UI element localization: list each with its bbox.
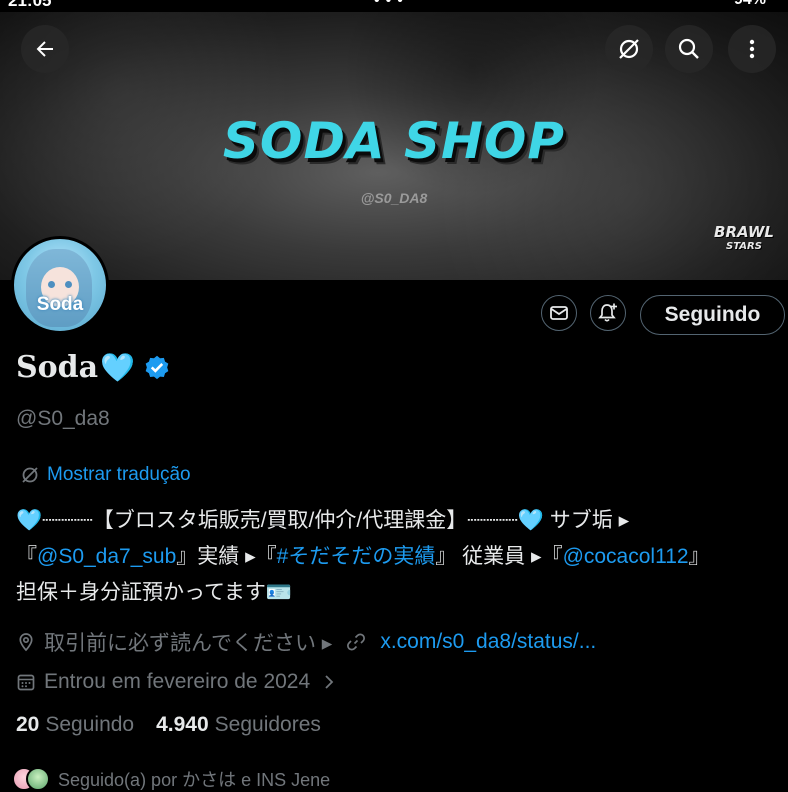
bio-line-2: 『@S0_da7_sub』実績 ▸『#そだそだの実績』 従業員 ▸『@cocac… <box>16 539 776 575</box>
followers-count: 4.940 <box>156 713 209 736</box>
following-label: Seguindo <box>45 713 135 736</box>
grok-icon <box>619 39 639 59</box>
mail-icon <box>550 306 568 320</box>
bio-bracket-open: 『 <box>16 545 37 568</box>
following-button[interactable]: Seguindo <box>640 295 785 335</box>
grok-button[interactable] <box>605 25 653 73</box>
brawl-logo-line2: STARS <box>726 240 762 252</box>
back-button[interactable] <box>21 25 69 73</box>
verified-badge-icon[interactable] <box>143 354 171 382</box>
bio-link-sub-account[interactable]: @S0_da7_sub <box>37 545 176 568</box>
followers-label: Seguidores <box>214 713 321 736</box>
arrow-left-icon <box>36 41 53 57</box>
follower-avatar <box>26 767 50 791</box>
followed-by-row[interactable]: Seguido(a) por かさは e INS Jene <box>12 766 330 792</box>
website-link[interactable]: x.com/s0_da8/status/... <box>380 630 596 654</box>
status-bar: 21:05 ••• 94% <box>0 0 788 12</box>
more-button[interactable] <box>728 25 776 73</box>
show-translation-link[interactable]: Mostrar tradução <box>20 464 191 486</box>
message-button[interactable] <box>541 295 577 331</box>
bio-link-employee[interactable]: @cocacol112 <box>563 545 689 568</box>
pager-dots: ••• <box>374 0 409 9</box>
battery-level: 94% <box>734 0 766 9</box>
brawl-stars-logo: BRAWL STARS <box>712 223 776 252</box>
profile-meta-location-row: 取引前に必ず読んでください ▸ x.com/s0_da8/status/... <box>16 627 596 657</box>
profile-avatar[interactable]: Soda <box>11 236 109 334</box>
profile-handle: @S0_da8 <box>16 407 110 430</box>
notify-button[interactable] <box>590 295 626 331</box>
bell-plus-icon <box>598 303 617 322</box>
name-emoji: 🩵 <box>100 352 135 383</box>
following-count: 20 <box>16 713 40 736</box>
grok-icon <box>22 467 38 483</box>
bio-link-hashtag[interactable]: #そだそだの実績 <box>277 545 436 568</box>
chevron-right-icon <box>322 673 336 691</box>
status-time: 21:05 <box>8 0 52 10</box>
avatar-label: Soda <box>36 294 84 315</box>
bio-line-1: 🩵┈┈┈┈【ブロスタ垢販売/買取/仲介/代理課金】┈┈┈┈🩵 サブ垢 ▸ <box>16 509 630 532</box>
banner-title: SODA SHOP <box>222 112 566 170</box>
followed-by-text: Seguido(a) por かさは e INS Jene <box>58 770 331 790</box>
more-vertical-icon <box>749 39 755 59</box>
brawl-logo-line1: BRAWL <box>714 223 774 241</box>
profile-name-row: Soda 🩵 <box>16 350 171 385</box>
location-icon <box>16 632 36 652</box>
search-button[interactable] <box>665 25 713 73</box>
profile-meta-joined-row[interactable]: Entrou em fevereiro de 2024 <box>16 670 344 694</box>
bio-bracket-close: 』 <box>688 545 710 568</box>
location-text: 取引前に必ず読んでください ▸ <box>44 632 333 655</box>
banner-subtitle: @S0_DA8 <box>360 190 428 206</box>
joined-text: Entrou em fevereiro de 2024 <box>44 670 311 693</box>
calendar-icon <box>16 672 36 692</box>
follow-stats: 20 Seguindo 4.940 Seguidores <box>16 713 343 737</box>
avatar-eyes <box>48 281 72 288</box>
profile-name: Soda <box>16 350 99 385</box>
profile-bio: 🩵┈┈┈┈【ブロスタ垢販売/買取/仲介/代理課金】┈┈┈┈🩵 サブ垢 ▸ 『@S… <box>16 503 776 611</box>
followers-stat[interactable]: 4.940 Seguidores <box>156 713 321 737</box>
following-stat[interactable]: 20 Seguindo <box>16 713 134 737</box>
show-translation-label: Mostrar tradução <box>47 464 191 485</box>
link-icon <box>346 632 366 652</box>
bio-text-employee: 』 従業員 ▸『 <box>435 545 563 568</box>
bio-line-3: 担保＋身分証預かってます🪪 <box>16 581 293 604</box>
bio-text-results: 』実績 ▸『 <box>176 545 277 568</box>
search-icon <box>678 38 699 59</box>
